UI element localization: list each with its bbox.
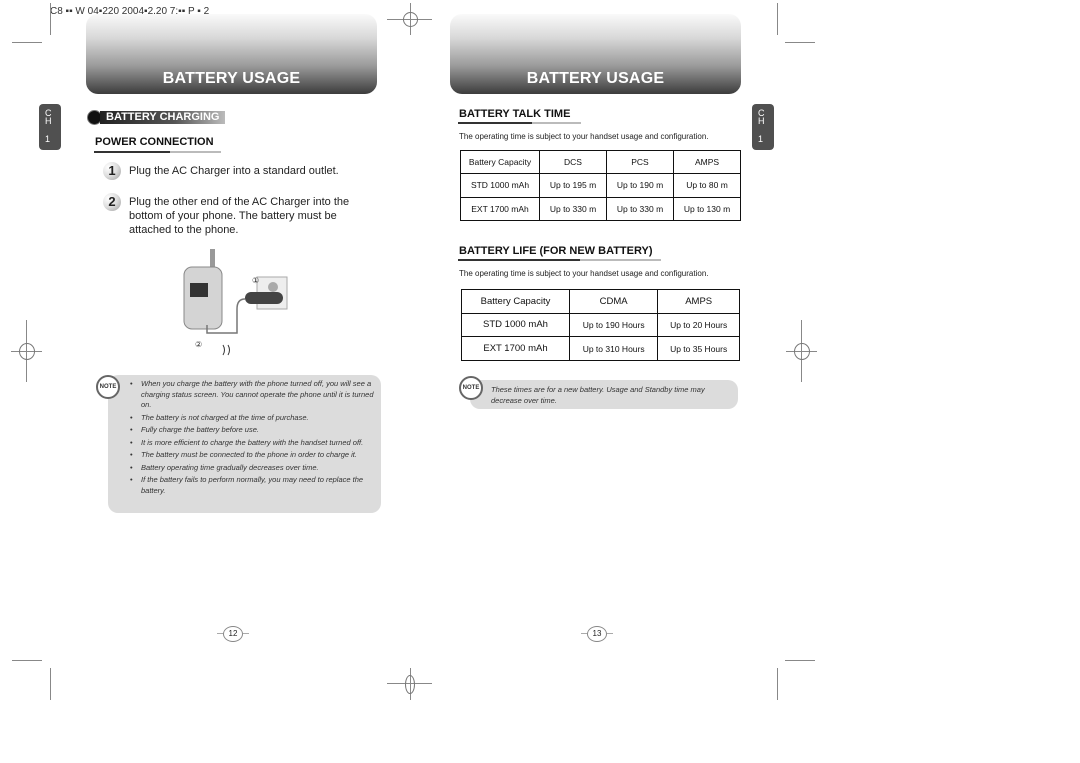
phone-charger-illustration: ① ② [183, 249, 288, 356]
section-badge: BATTERY CHARGING [87, 110, 226, 125]
heading-talk-time: BATTERY TALK TIME [459, 108, 571, 120]
table-row: STD 1000 mAh Up to 195 m Up to 190 m Up … [460, 173, 741, 198]
crop-mark [12, 660, 42, 661]
table-cell: Up to 190 Hours [568, 312, 659, 338]
note-icon: NOTE [459, 376, 483, 400]
callout-2: ② [195, 340, 202, 349]
note-icon: NOTE [96, 375, 120, 399]
charger-plug [245, 292, 283, 304]
page-number-right: 13 [581, 626, 613, 642]
chapter-tab-right: C H 1 [752, 104, 774, 150]
table-cell: Up to 310 Hours [568, 336, 659, 361]
table-cell: Up to 195 m [539, 173, 607, 198]
table-cell: EXT 1700 mAh [461, 336, 570, 361]
banner-title: BATTERY USAGE [526, 70, 665, 87]
banner-title: BATTERY USAGE [162, 70, 301, 87]
note-item: Battery operating time gradually decreas… [128, 463, 380, 474]
table-cell: Up to 80 m [673, 173, 741, 198]
table-row: STD 1000 mAh Up to 190 Hours Up to 20 Ho… [461, 312, 740, 338]
note-list: When you charge the battery with the pho… [128, 379, 380, 498]
note-item: If the battery fails to perform normally… [128, 475, 380, 496]
table-header-cell: DCS [539, 149, 607, 175]
crop-mark [50, 668, 51, 700]
table-cell: Up to 130 m [673, 196, 741, 222]
crop-mark [785, 42, 815, 43]
phone-screen [190, 283, 208, 297]
step-text: Plug the AC Charger into a standard outl… [129, 165, 339, 177]
registration-mark-circle [405, 675, 415, 694]
note-item: The battery must be connected to the pho… [128, 450, 380, 461]
crop-mark [12, 42, 42, 43]
subheading-power-connection: POWER CONNECTION [95, 136, 214, 148]
chapter-tab-h: H [758, 116, 765, 126]
cable-break [222, 344, 230, 356]
crop-mark [785, 660, 815, 661]
table-cell: Up to 330 m [539, 196, 607, 222]
subheading-underline [94, 151, 221, 153]
page-banner-left: BATTERY USAGE [86, 14, 377, 94]
registration-mark-circle [794, 343, 810, 360]
page-banner-right: BATTERY USAGE [450, 14, 741, 94]
socket [268, 282, 278, 292]
chapter-tab-number: 1 [758, 134, 764, 144]
table-header-cell: CDMA [568, 289, 659, 314]
crop-mark [50, 3, 51, 35]
heading-underline [458, 259, 661, 261]
registration-mark-circle [403, 12, 418, 27]
phone-body [183, 266, 223, 330]
chapter-tab-number: 1 [45, 134, 51, 144]
chapter-tab-h: H [45, 116, 52, 126]
table-header-cell: PCS [606, 149, 674, 175]
heading-battery-life: BATTERY LIFE (FOR NEW BATTERY) [459, 245, 653, 257]
table-row: EXT 1700 mAh Up to 330 m Up to 330 m Up … [460, 196, 741, 222]
talk-time-table: Battery Capacity DCS PCS AMPS STD 1000 m… [460, 149, 741, 222]
note-item: It is more efficient to charge the batte… [128, 438, 380, 449]
table-cell: Up to 190 m [606, 173, 674, 198]
battery-life-table: Battery Capacity CDMA AMPS STD 1000 mAh … [461, 289, 740, 361]
crop-mark [777, 3, 778, 35]
table-cell: Up to 35 Hours [657, 336, 740, 361]
talk-time-intro: The operating time is subject to your ha… [459, 132, 709, 141]
table-header-cell: Battery Capacity [461, 289, 570, 314]
table-header-row: Battery Capacity DCS PCS AMPS [460, 149, 741, 175]
section-badge-label: BATTERY CHARGING [100, 111, 226, 124]
callout-1: ① [252, 276, 259, 285]
table-cell: STD 1000 mAh [460, 173, 540, 198]
note-item: The battery is not charged at the time o… [128, 413, 380, 424]
registration-mark-circle [19, 343, 35, 360]
heading-underline [458, 122, 581, 124]
crop-mark [777, 668, 778, 700]
table-header-row: Battery Capacity CDMA AMPS [461, 289, 740, 314]
table-row: EXT 1700 mAh Up to 310 Hours Up to 35 Ho… [461, 336, 740, 361]
chapter-tab-left: C H 1 [39, 104, 61, 150]
table-cell: EXT 1700 mAh [460, 196, 540, 222]
table-header-cell: AMPS [673, 149, 741, 175]
table-cell: STD 1000 mAh [461, 312, 570, 338]
battery-life-intro: The operating time is subject to your ha… [459, 269, 709, 278]
note-text: These times are for a new battery. Usage… [491, 385, 705, 405]
table-header-cell: AMPS [657, 289, 740, 314]
step-text: Plug the other end of the AC Charger int… [129, 196, 350, 236]
table-cell: Up to 20 Hours [657, 312, 740, 338]
page-number-left: 12 [217, 626, 249, 642]
step-number-icon: 1 [103, 162, 121, 180]
step-number-icon: 2 [103, 193, 121, 211]
table-header-cell: Battery Capacity [460, 149, 540, 175]
note-item: When you charge the battery with the pho… [128, 379, 380, 411]
note-item: Fully charge the battery before use. [128, 425, 380, 436]
table-cell: Up to 330 m [606, 196, 674, 222]
